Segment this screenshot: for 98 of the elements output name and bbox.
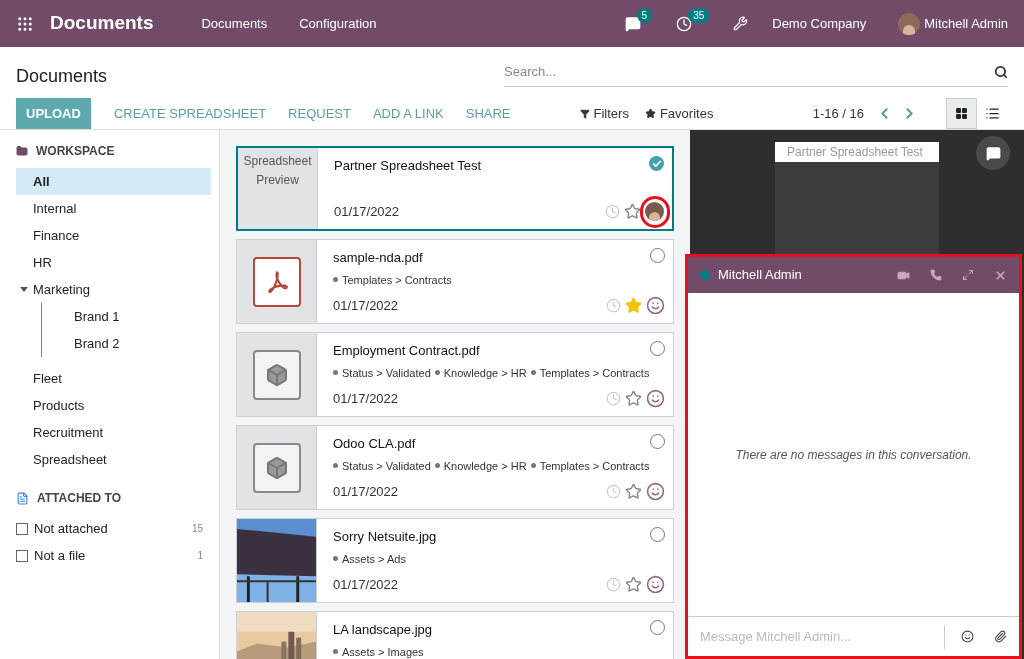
document-card[interactable]: Odoo CLA.pdf Status > Validated Knowledge > HR Templates > Contracts 01/17/2022: [236, 425, 674, 510]
avatar[interactable]: [645, 201, 664, 221]
workspace-item[interactable]: Finance: [16, 222, 211, 249]
count-badge: 35: [688, 7, 710, 23]
tag: Status > Validated: [333, 364, 431, 381]
expand-icon[interactable]: [962, 269, 974, 281]
chat-bubble-button[interactable]: [976, 136, 1010, 170]
pager-value: 1-16 / 16: [812, 104, 864, 123]
message-input[interactable]: Message Mitchell Admin...: [700, 624, 945, 649]
document-date: 01/17/2022: [333, 575, 399, 594]
document-title: Employment Contract.pdf: [333, 342, 480, 360]
workspace-item[interactable]: Products: [16, 392, 211, 419]
document-card[interactable]: sample-nda.pdf Templates > Contracts 01/17/2022: [236, 239, 674, 324]
document-title: Partner Spreadsheet Test: [334, 157, 482, 175]
checkbox[interactable]: [16, 549, 28, 562]
workspace-item[interactable]: Fleet: [16, 365, 211, 392]
star-icon[interactable]: [625, 575, 642, 593]
favorites-button[interactable]: Favorites: [644, 103, 714, 124]
company-switcher[interactable]: Demo Company: [772, 13, 867, 34]
empty-message: There are no messages in this conversation.: [735, 446, 972, 464]
document-card[interactable]: Spreadsheet Preview Partner Spreadsheet Test 01/17/2022: [236, 146, 674, 231]
smiley-icon[interactable]: [646, 481, 665, 501]
filters-button[interactable]: Filters: [579, 103, 629, 124]
document-icon: [16, 491, 29, 505]
chat-icon: [985, 145, 1001, 161]
smiley-icon[interactable]: [646, 295, 665, 315]
menu-item[interactable]: Configuration: [299, 13, 377, 34]
section-title: ATTACHED TO: [37, 490, 121, 507]
package-file-icon: [252, 349, 301, 400]
checkbox[interactable]: [16, 522, 28, 535]
workspace-item[interactable]: Recruitment: [16, 419, 211, 446]
workspace-item[interactable]: Spreadsheet: [16, 446, 211, 473]
user-menu[interactable]: Mitchell Admin: [924, 13, 1008, 34]
document-title: Sorry Netsuite.jpg: [333, 528, 437, 546]
menu-item[interactable]: Documents: [201, 13, 268, 34]
phone-icon[interactable]: [930, 269, 942, 281]
star-icon[interactable]: [625, 296, 642, 314]
tag: Templates > Contracts: [333, 271, 452, 288]
grid-icon: [955, 107, 968, 120]
filter-icon: [579, 108, 590, 119]
workspace-item[interactable]: Internal: [16, 195, 211, 222]
document-date: 01/17/2022: [334, 202, 400, 221]
chat-title: Mitchell Admin: [718, 266, 802, 285]
folder-icon: [16, 145, 28, 157]
app-title[interactable]: Documents: [50, 9, 154, 38]
kanban-view-button[interactable]: [946, 98, 977, 129]
activity-clock-icon[interactable]: [676, 15, 693, 32]
search-icon[interactable]: [994, 65, 1008, 79]
document-card[interactable]: LA landscape.jpg Assets > Images: [236, 611, 674, 659]
count-label: 1: [197, 549, 203, 563]
workspace-item[interactable]: Brand 2: [42, 330, 211, 357]
workspace-item[interactable]: Brand 1: [42, 303, 211, 330]
check-icon[interactable]: [649, 156, 664, 171]
apps-menu-icon[interactable]: [16, 14, 34, 33]
workspace-item[interactable]: HR: [16, 249, 211, 276]
emoji-icon[interactable]: [961, 630, 974, 643]
broken-image-text: Spreadsheet Preview: [242, 153, 313, 189]
count-badge: 5: [636, 7, 653, 23]
pdf-file-icon: [252, 256, 301, 307]
document-date: 01/17/2022: [333, 389, 399, 408]
tag: Assets > Ads: [333, 550, 406, 567]
count-label: 15: [191, 522, 203, 536]
chat-icon[interactable]: [624, 15, 641, 32]
workspace-item[interactable]: Marketing: [16, 276, 211, 303]
tag: Assets > Images: [333, 643, 424, 659]
document-card[interactable]: Employment Contract.pdf Status > Validated Knowledge > HR Templates > Contracts 01/17/2022: [236, 332, 674, 417]
star-icon[interactable]: [625, 482, 642, 500]
tag: Templates > Contracts: [530, 457, 650, 474]
package-file-icon: [252, 442, 301, 493]
caret-icon[interactable]: [20, 287, 28, 292]
tools-icon[interactable]: [733, 16, 749, 31]
star-icon[interactable]: [624, 202, 641, 220]
tag: Status > Validated: [333, 457, 431, 474]
tag: Knowledge > HR: [434, 364, 527, 381]
avatar[interactable]: [898, 12, 921, 35]
broken-image-text: Partner Spreadsheet Test: [786, 144, 923, 161]
filter-label[interactable]: Not a file: [34, 545, 86, 566]
filter-label[interactable]: Not attached: [34, 518, 108, 539]
document-date: 01/17/2022: [333, 482, 399, 501]
tag: Knowledge > HR: [434, 457, 527, 474]
search-field[interactable]: Search...: [504, 58, 1008, 87]
paperclip-icon[interactable]: [994, 630, 1007, 643]
tag: Templates > Contracts: [530, 364, 650, 381]
star-icon: [644, 108, 656, 119]
document-title: sample-nda.pdf: [333, 249, 423, 267]
search-input[interactable]: Search...: [504, 62, 994, 82]
breadcrumb: Documents: [16, 65, 108, 88]
close-icon[interactable]: [994, 268, 1007, 282]
document-date: 01/17/2022: [333, 296, 399, 315]
smiley-icon[interactable]: [646, 388, 665, 408]
workspace-item[interactable]: All: [16, 168, 211, 195]
section-title: WORKSPACE: [36, 143, 115, 160]
list-icon: [985, 106, 1000, 121]
document-card[interactable]: Sorry Netsuite.jpg Assets > Ads 01/17/2022: [236, 518, 674, 603]
star-icon[interactable]: [625, 389, 642, 407]
document-title: Odoo CLA.pdf: [333, 435, 416, 453]
smiley-icon[interactable]: [646, 574, 665, 594]
document-title: LA landscape.jpg: [333, 621, 433, 639]
